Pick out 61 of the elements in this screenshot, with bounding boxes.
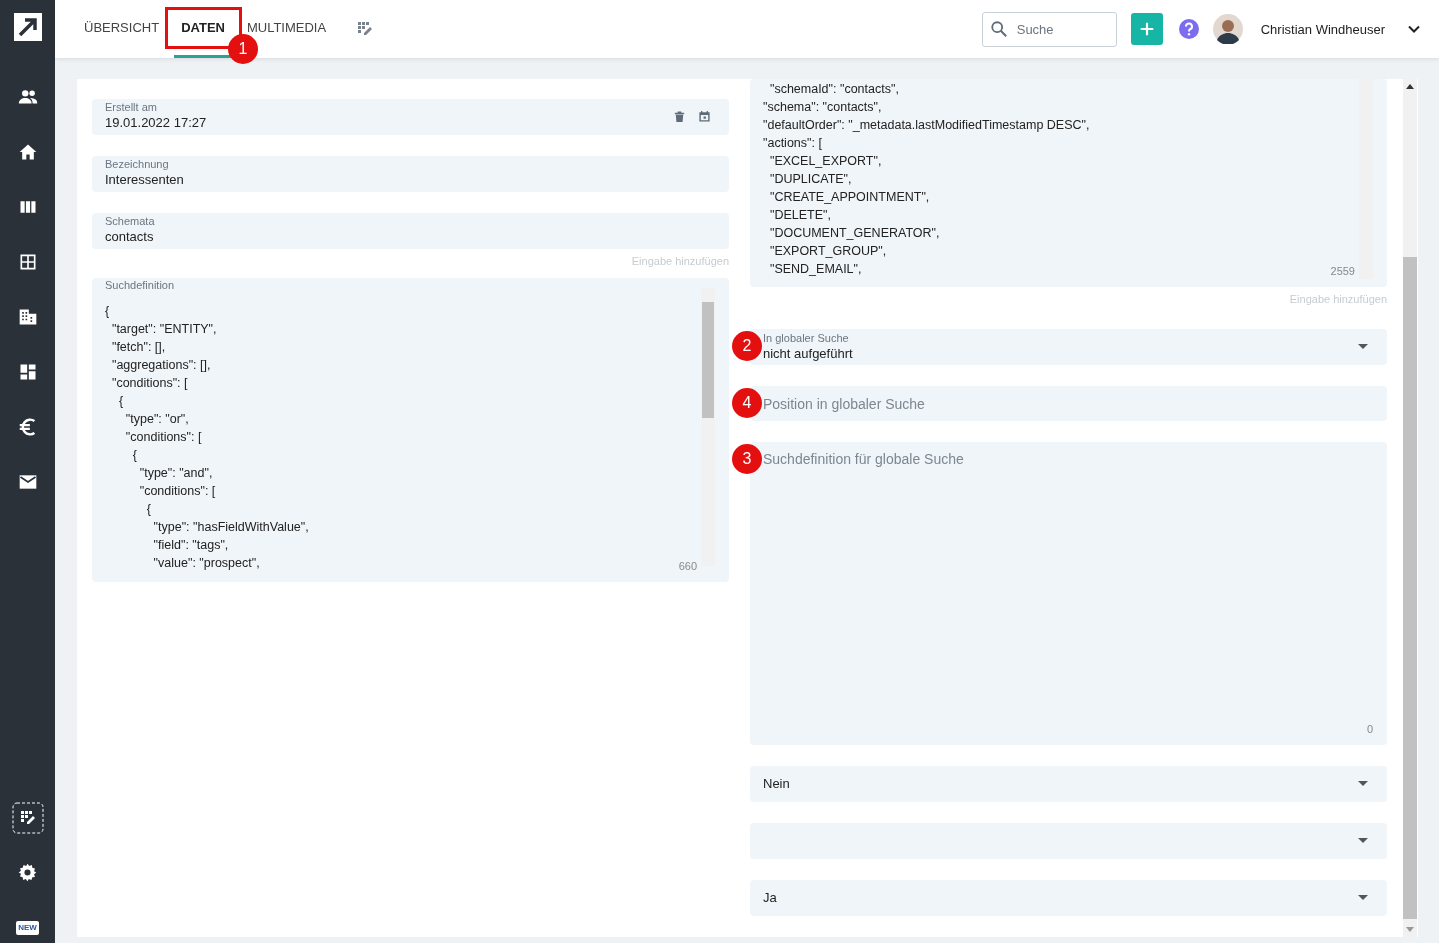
code-line: "defaultOrder": "_metadata.lastModifiedTimestamp DESC", (763, 117, 1090, 134)
code-line: "SEND_EMAIL", (768, 261, 862, 278)
code-line: "conditions": [ (138, 483, 216, 500)
dropdown[interactable]: In globaler Suche nicht aufgeführt (750, 329, 1387, 365)
user-name[interactable]: Christian Windheuser (1260, 21, 1385, 37)
code-line: "type": "hasFieldWithValue", (152, 519, 309, 536)
new-badge[interactable]: NEW (16, 920, 39, 935)
code-line: "CREATE_APPOINTMENT", (768, 189, 930, 206)
scroll-up-icon[interactable] (1406, 84, 1414, 89)
logo-icon[interactable] (13, 13, 42, 41)
code-line: "EXPORT_GROUP", (768, 243, 887, 260)
code-line: "DUPLICATE", (768, 171, 852, 188)
code-line: "type": "or", (124, 411, 189, 428)
tab[interactable]: ÜBERSICHT (77, 0, 167, 58)
dropdown[interactable]: Ja (750, 880, 1387, 916)
add-button[interactable] (1130, 13, 1163, 45)
code-editor[interactable]: Suchdefinition { "target": "ENTITY", "fetch": [], "aggregations": [], "conditions": [ { "type": "or", "conditions": [ { "type": "and", "conditions": [ { "type": "hasFieldWithValue", "field": "tags", "value": "prospect", 660 (92, 278, 729, 582)
code-line: "EXCEL_EXPORT", (768, 153, 882, 170)
code-line: { (145, 501, 151, 518)
character-counter: 660 (678, 560, 697, 572)
code-line: "actions": [ (763, 135, 822, 152)
character-counter: 0 (1366, 723, 1373, 735)
code-line: "target": "ENTITY", (110, 321, 217, 338)
input-field[interactable]: Schemata contacts (92, 213, 729, 249)
code-line: "field": "tags", (152, 537, 229, 554)
callout-badge: 4 (732, 388, 762, 418)
character-counter: 2559 (1330, 265, 1355, 277)
caret-icon (1358, 344, 1368, 350)
input-field[interactable]: Bezeichnung Interessenten (92, 156, 729, 192)
code-line: "aggregations": [], (110, 357, 211, 374)
customize-icon[interactable] (11, 801, 44, 834)
code-line: { (105, 303, 110, 320)
trash-icon[interactable] (673, 110, 686, 123)
callout-badge: 2 (732, 331, 762, 361)
callout-badge: 3 (732, 444, 762, 474)
search-field[interactable]: Suche (981, 11, 1117, 47)
code-line: "DELETE", (768, 207, 831, 224)
scrollbar[interactable] (1403, 79, 1417, 937)
code-line: { (117, 393, 124, 410)
callout-badge: 1 (227, 34, 258, 64)
caret-icon (1358, 838, 1368, 844)
input-field[interactable]: Position in globaler Suche (750, 386, 1387, 421)
search-icon (989, 19, 1008, 38)
date-field[interactable]: Erstellt am 19.01.2022 17:27 (92, 99, 729, 135)
code-line: "DOCUMENT_GENERATOR", (768, 225, 940, 242)
caret-icon (1358, 895, 1368, 901)
code-line: "fetch": [], (110, 339, 166, 356)
code-line: { (131, 447, 137, 464)
code-line: "conditions": [ (110, 375, 188, 392)
avatar[interactable] (1212, 14, 1243, 44)
code-line: "conditions": [ (124, 429, 202, 446)
code-line: "value": "prospect", (152, 555, 260, 572)
settings-icon[interactable] (17, 862, 38, 883)
calendar-icon[interactable] (698, 110, 711, 123)
code-line: "schemaId": "contacts", (768, 81, 899, 98)
scrollbar[interactable] (701, 288, 715, 566)
caret-icon (1358, 781, 1368, 787)
dropdown[interactable]: Nein (750, 766, 1387, 802)
code-line: "schema": "contacts", (763, 99, 882, 116)
code-line: "type": "and", (138, 465, 213, 482)
help-icon[interactable] (1178, 19, 1199, 39)
